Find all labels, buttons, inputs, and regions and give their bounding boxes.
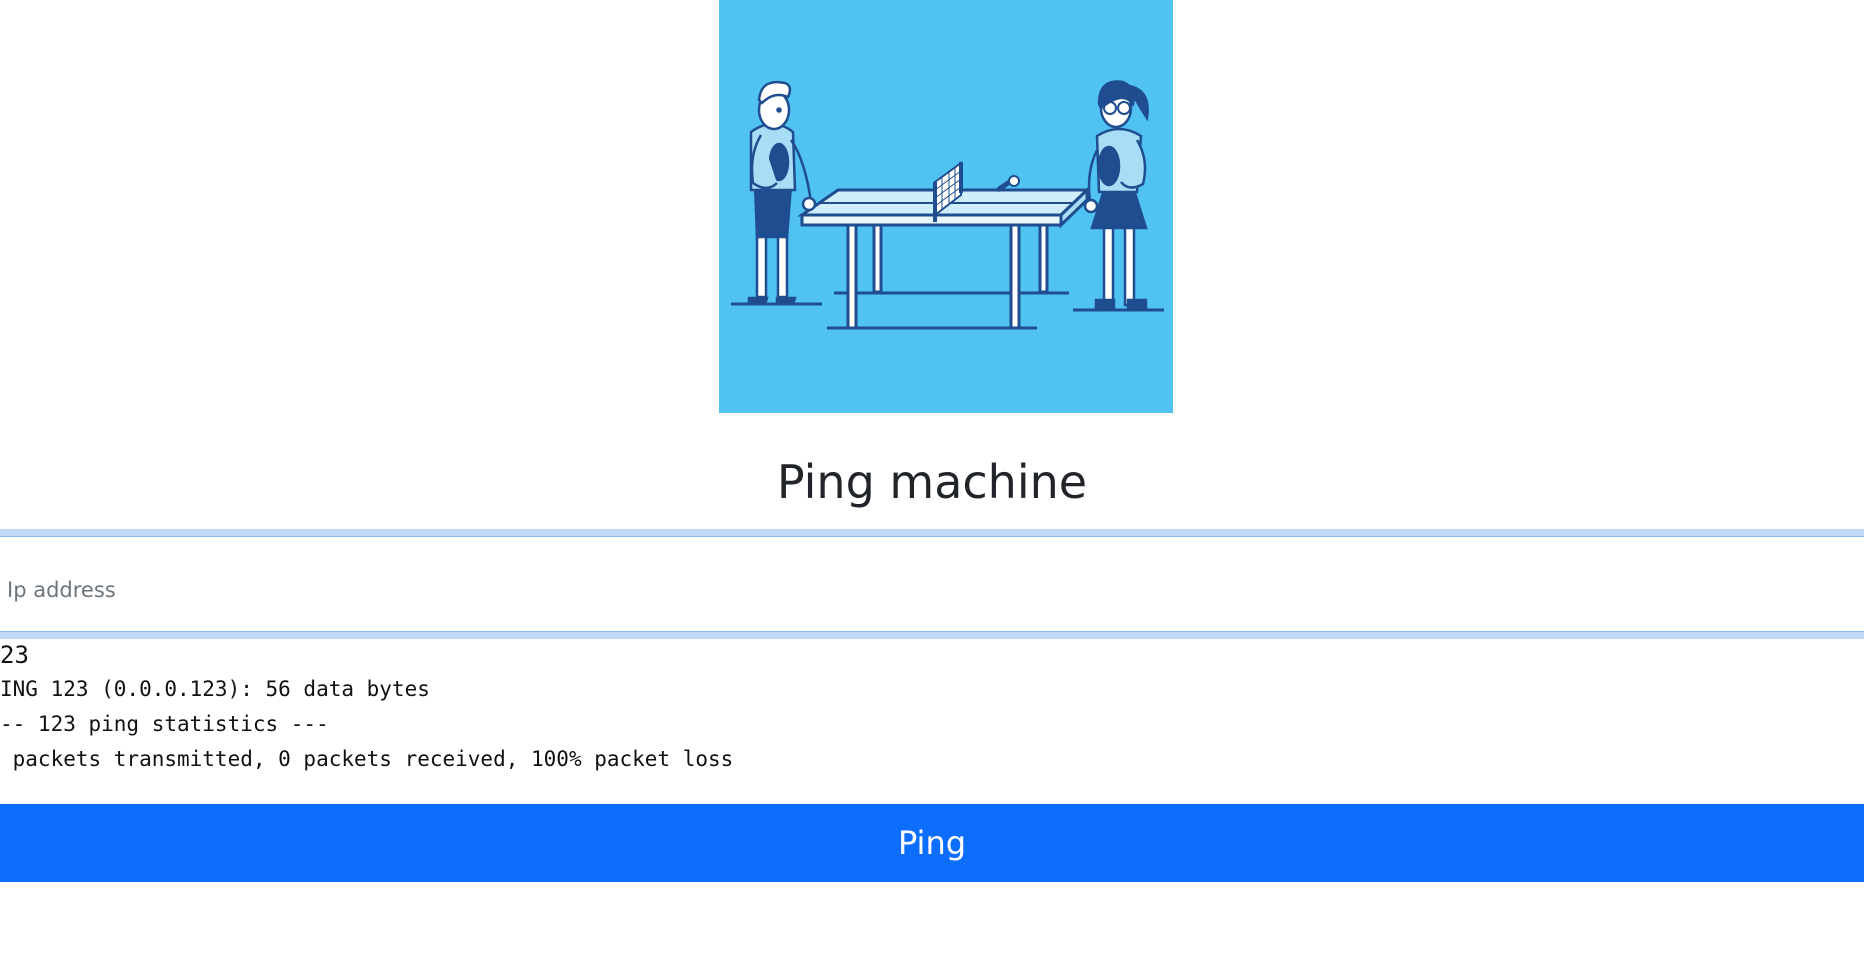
ip-address-field-focus-ring (0, 529, 1864, 639)
ping-output-line: ING 123 (0.0.0.123): 56 data bytes (0, 677, 430, 701)
ping-output-target-line: 23 (0, 641, 29, 669)
ping-button[interactable]: Ping (0, 804, 1864, 882)
ping-pong-illustration (719, 0, 1173, 413)
table-tennis-players-image (719, 0, 1173, 413)
page: Ping machine 23 ING 123 (0.0.0.123): 56 … (0, 0, 1864, 958)
ping-output: 23 ING 123 (0.0.0.123): 56 data bytes --… (0, 640, 1864, 804)
ping-output-line: -- 123 ping statistics --- (0, 712, 329, 736)
ip-address-input[interactable] (0, 536, 1864, 630)
ping-output-line: packets transmitted, 0 packets received,… (0, 747, 734, 771)
page-title: Ping machine (776, 455, 1088, 509)
